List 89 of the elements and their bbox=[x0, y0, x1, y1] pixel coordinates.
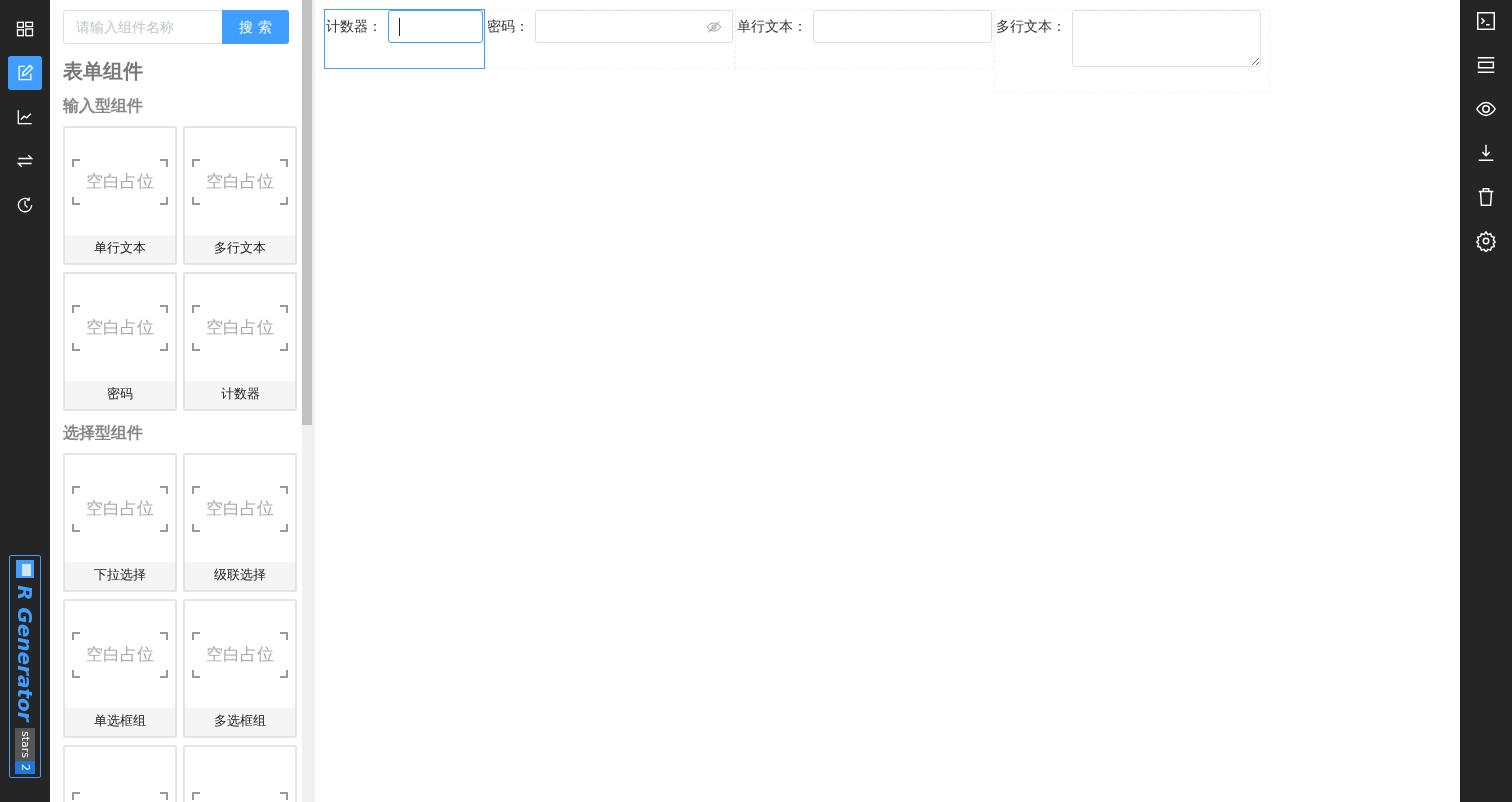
corner-mark bbox=[160, 631, 168, 640]
placeholder-text: 空白占位 bbox=[86, 315, 154, 339]
placeholder-text: 空白占位 bbox=[206, 315, 274, 339]
placeholder-text: 空白占位 bbox=[86, 169, 154, 193]
logo-text: R Generator bbox=[15, 585, 35, 722]
card-label: 密码 bbox=[65, 381, 175, 409]
corner-mark bbox=[280, 791, 288, 800]
field-label: 计数器： bbox=[326, 17, 383, 36]
layout-icon[interactable] bbox=[1475, 54, 1497, 76]
placeholder-text: 空白占位 bbox=[206, 642, 274, 666]
number-field[interactable] bbox=[388, 10, 483, 43]
component-card[interactable]: 空白占位 下拉选择 bbox=[63, 453, 177, 592]
corner-mark bbox=[160, 304, 168, 313]
component-card[interactable]: 空白占位 密码 bbox=[63, 272, 177, 411]
corner-mark bbox=[192, 342, 200, 351]
corner-mark bbox=[72, 485, 80, 494]
corner-mark bbox=[160, 791, 168, 800]
form-item[interactable]: 密码： bbox=[485, 9, 735, 69]
corner-mark bbox=[72, 523, 80, 532]
placeholder-text: 空白占位 bbox=[86, 496, 154, 520]
scrollbar-thumb[interactable] bbox=[302, 0, 312, 425]
corner-mark bbox=[192, 523, 200, 532]
card-label: 单行文本 bbox=[65, 235, 175, 263]
field-label: 单行文本： bbox=[737, 17, 808, 36]
clock-icon bbox=[15, 195, 35, 215]
stars-count: 2 bbox=[15, 761, 35, 774]
input-field[interactable] bbox=[813, 10, 992, 43]
text-cursor bbox=[399, 17, 400, 36]
corner-mark bbox=[280, 669, 288, 678]
corner-mark bbox=[280, 196, 288, 205]
settings-icon[interactable] bbox=[1475, 230, 1497, 252]
placeholder-text: 空白占位 bbox=[206, 169, 274, 193]
placeholder-text: 空白占位 bbox=[206, 496, 274, 520]
group-heading: 选择型组件 bbox=[63, 422, 144, 444]
card-label: 下拉选择 bbox=[65, 562, 175, 590]
corner-mark bbox=[72, 342, 80, 351]
panel-title: 表单组件 bbox=[63, 58, 144, 85]
logo-icon bbox=[15, 559, 35, 580]
search-field[interactable]: 请输入组件名称 bbox=[63, 10, 222, 44]
group-heading: 输入型组件 bbox=[63, 95, 144, 117]
textarea-field[interactable] bbox=[1072, 10, 1261, 67]
corner-mark bbox=[280, 485, 288, 494]
line-chart-icon bbox=[15, 107, 35, 127]
logo-badge[interactable]: R Generator stars 2 bbox=[9, 555, 41, 778]
card-label: 多选框组 bbox=[185, 708, 295, 736]
corner-mark bbox=[192, 304, 200, 313]
corner-mark bbox=[72, 196, 80, 205]
component-card[interactable]: 空白占位 计数器 bbox=[183, 272, 297, 411]
form-item[interactable]: 计数器： bbox=[324, 9, 485, 69]
component-card[interactable]: 空白占位 多选框组 bbox=[183, 599, 297, 738]
corner-mark bbox=[280, 304, 288, 313]
form-item[interactable]: 多行文本： bbox=[994, 9, 1270, 93]
corner-mark bbox=[160, 485, 168, 494]
corner-mark bbox=[192, 791, 200, 800]
placeholder-text: 空白占位 bbox=[86, 642, 154, 666]
corner-mark bbox=[72, 791, 80, 800]
card-label: 单选框组 bbox=[65, 708, 175, 736]
corner-mark bbox=[160, 669, 168, 678]
corner-mark bbox=[72, 669, 80, 678]
password-field[interactable] bbox=[535, 10, 733, 43]
field-label: 密码： bbox=[487, 17, 530, 36]
terminal-icon[interactable] bbox=[1475, 10, 1497, 32]
component-card[interactable]: 空白占位 单选框组 bbox=[63, 599, 177, 738]
grid-icon bbox=[15, 19, 35, 39]
corner-mark bbox=[280, 631, 288, 640]
corner-mark bbox=[192, 196, 200, 205]
corner-mark bbox=[72, 304, 80, 313]
corner-mark bbox=[280, 342, 288, 351]
corner-mark bbox=[192, 669, 200, 678]
card-label: 级联选择 bbox=[185, 562, 295, 590]
field-label: 多行文本： bbox=[996, 17, 1067, 36]
stars-label: stars bbox=[15, 727, 35, 761]
corner-mark bbox=[160, 196, 168, 205]
corner-mark bbox=[192, 631, 200, 640]
corner-mark bbox=[192, 158, 200, 167]
card-label: 计数器 bbox=[185, 381, 295, 409]
corner-mark bbox=[160, 342, 168, 351]
corner-mark bbox=[72, 158, 80, 167]
corner-mark bbox=[192, 485, 200, 494]
corner-mark bbox=[160, 158, 168, 167]
card-label: 多行文本 bbox=[185, 235, 295, 263]
component-card[interactable]: 空白占位 多行文本 bbox=[183, 126, 297, 265]
corner-mark bbox=[280, 523, 288, 532]
component-card[interactable]: 空白占位 单行文本 bbox=[63, 126, 177, 265]
component-card[interactable]: 空白占位 级联选择 bbox=[183, 453, 297, 592]
corner-mark bbox=[160, 523, 168, 532]
corner-mark bbox=[72, 631, 80, 640]
form-item[interactable]: 单行文本： bbox=[735, 9, 994, 69]
corner-mark bbox=[280, 158, 288, 167]
